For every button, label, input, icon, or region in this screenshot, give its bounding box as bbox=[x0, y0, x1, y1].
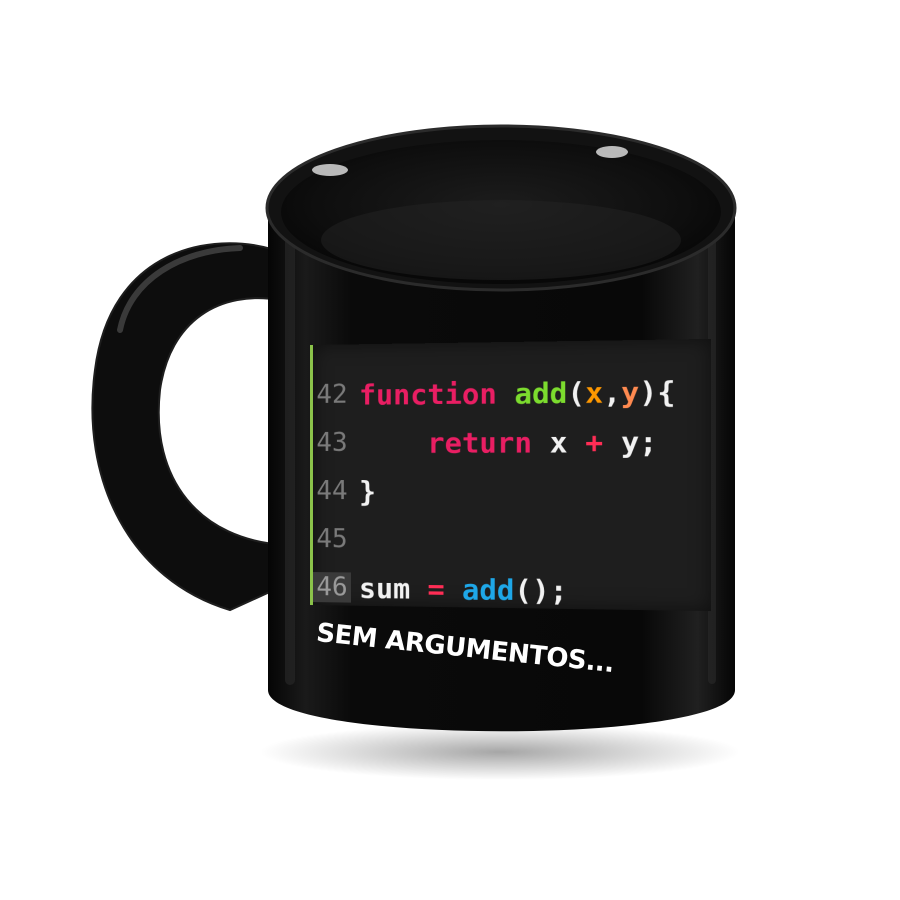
code-token: y bbox=[621, 374, 640, 410]
code-token: } bbox=[359, 474, 377, 508]
mug-handle bbox=[91, 242, 286, 612]
code-line: 43 return x + y; bbox=[313, 419, 657, 465]
code-text: return x + y; bbox=[359, 425, 657, 460]
line-number: 42 bbox=[316, 379, 348, 410]
code-token: add bbox=[461, 572, 515, 607]
code-text: function add(x,y){ bbox=[359, 374, 675, 411]
code-token: = bbox=[427, 571, 462, 606]
code-token: sum bbox=[359, 571, 428, 606]
line-number: 46 bbox=[312, 572, 351, 603]
code-token: x bbox=[549, 424, 586, 460]
code-token: y; bbox=[621, 424, 658, 459]
code-token: function bbox=[359, 376, 515, 412]
code-print: 42 function add(x,y){43 return x + y; 44} 4… bbox=[310, 338, 711, 613]
code-line: 45 bbox=[313, 517, 359, 561]
code-token: (); bbox=[514, 572, 568, 608]
code-token: ){ bbox=[639, 374, 676, 410]
code-token: x bbox=[585, 375, 604, 410]
line-number: 43 bbox=[316, 427, 348, 458]
rim-glint-right bbox=[596, 146, 628, 158]
code-token: , bbox=[603, 374, 622, 410]
rim-glint-left bbox=[312, 164, 348, 176]
line-number: 44 bbox=[316, 476, 348, 507]
code-token: add bbox=[514, 375, 568, 410]
inner-wall-sheen bbox=[321, 200, 681, 280]
code-token: return bbox=[359, 425, 550, 460]
code-token: + bbox=[585, 424, 622, 460]
code-line: 46 sum = add(); bbox=[312, 565, 567, 613]
code-line: 44} bbox=[313, 469, 376, 513]
code-token: ( bbox=[567, 375, 586, 410]
code-text: sum = add(); bbox=[359, 571, 567, 607]
line-number: 45 bbox=[316, 524, 348, 555]
mug-shadow bbox=[260, 724, 740, 780]
code-text: } bbox=[359, 474, 376, 507]
code-line: 42 function add(x,y){ bbox=[313, 369, 675, 417]
